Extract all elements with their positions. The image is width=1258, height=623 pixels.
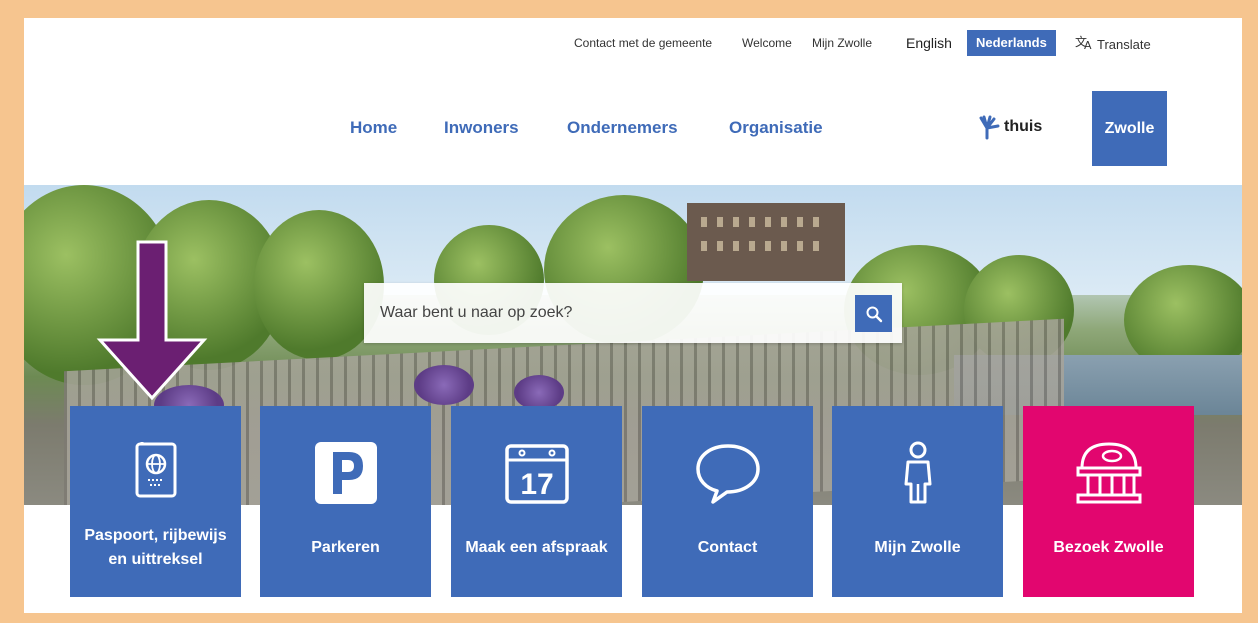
website-frame: Contact met de gemeente Welcome Mijn Zwo… [24,18,1242,613]
svg-text:A: A [1084,39,1092,50]
mijn-zwolle-link[interactable]: Mijn Zwolle [812,36,872,50]
calendar-day: 17 [520,468,553,501]
translate-button[interactable]: 文A Translate [1075,34,1151,55]
utility-bar: Contact met de gemeente Welcome Mijn Zwo… [24,30,1242,60]
calendar-icon: 17 [504,444,569,504]
tile-label: Contact [697,539,758,556]
nav-home[interactable]: Home [350,118,397,138]
tile-mijn-zwolle[interactable]: Mijn Zwolle [832,406,1003,597]
thuis-label: thuis [1004,118,1043,135]
tile-parking[interactable]: Parkeren [260,406,431,597]
thuis-link[interactable]: thuis [974,114,1042,140]
passport-icon [135,442,176,498]
language-dutch[interactable]: Nederlands [967,30,1056,56]
museum-icon [1076,442,1141,504]
hand-icon [979,115,1000,140]
speech-bubble-icon [695,444,760,504]
search-bar [364,283,902,343]
search-input[interactable] [378,297,842,329]
hero-building [687,203,845,281]
tile-label: Bezoek Zwolle [1053,539,1164,556]
tile-label: Maak een afspraak [465,539,608,556]
search-button[interactable] [855,295,892,332]
tile-passport[interactable]: Paspoort, rijbewijs en uittreksel [70,406,241,597]
welcome-link[interactable]: Welcome [742,36,792,50]
translate-icon: 文A [1075,34,1095,55]
parking-icon [314,442,377,504]
tile-label: Paspoort, rijbewijs en uittreksel [84,527,227,568]
person-icon [904,441,931,504]
contact-link[interactable]: Contact met de gemeente [574,36,712,50]
nav-organisatie[interactable]: Organisatie [729,118,823,138]
tile-contact[interactable]: Contact [642,406,813,597]
tile-appointment[interactable]: 17 Maak een afspraak [451,406,622,597]
tile-bezoek-zwolle[interactable]: Bezoek Zwolle [1023,406,1194,597]
search-icon [866,306,882,322]
tile-label: Parkeren [311,539,380,556]
down-arrow-icon [96,240,208,400]
nav-ondernemers[interactable]: Ondernemers [567,118,678,138]
zwolle-logo[interactable]: Zwolle [1092,91,1167,166]
translate-label: Translate [1097,37,1151,52]
tile-label: Mijn Zwolle [874,539,961,556]
language-english[interactable]: English [906,35,952,51]
nav-inwoners[interactable]: Inwoners [444,118,519,138]
